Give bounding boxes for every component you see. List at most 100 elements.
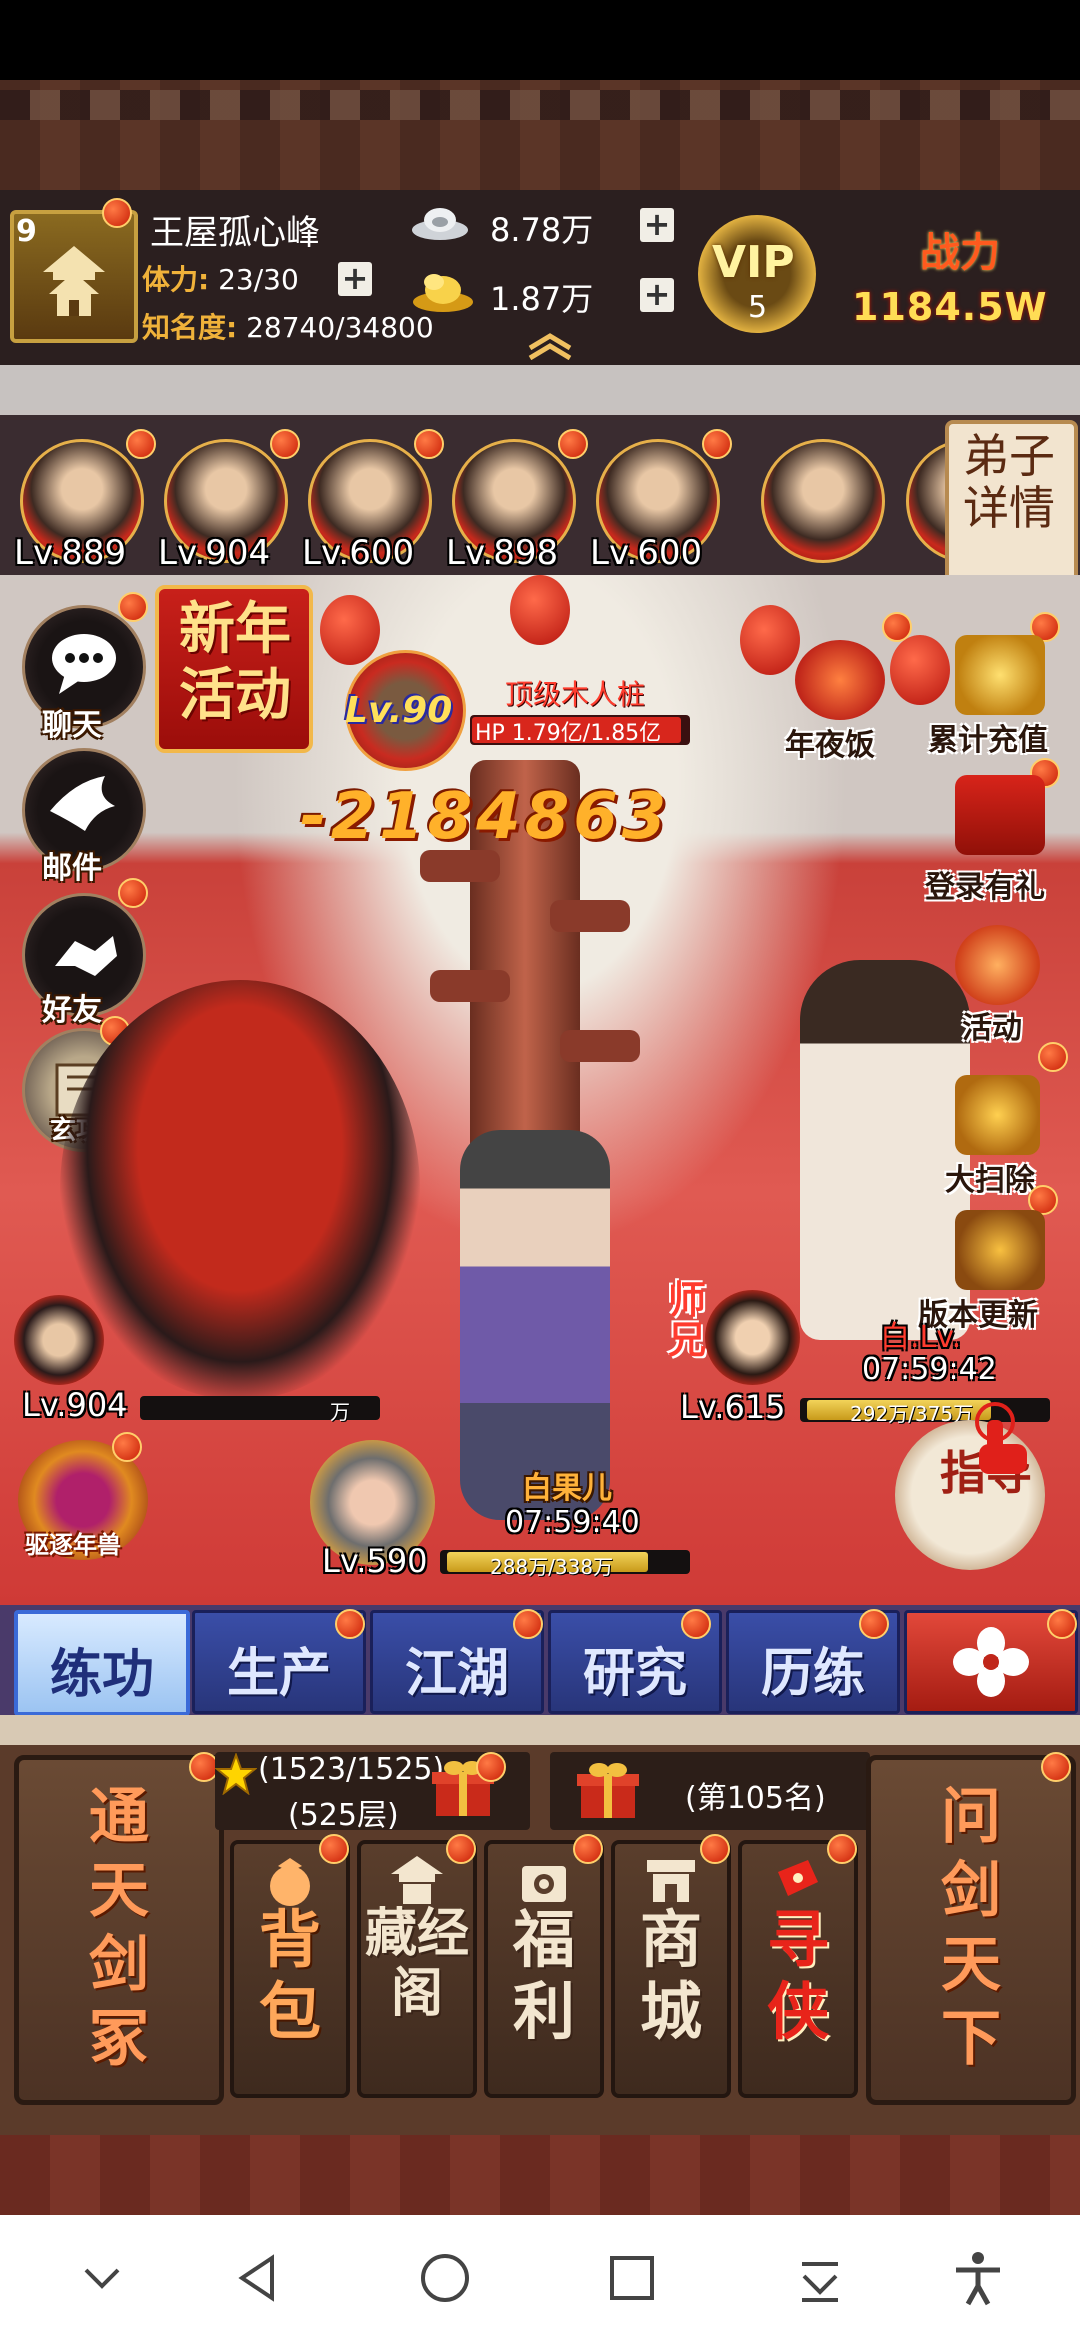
reunion-dinner-icon[interactable] — [795, 640, 885, 720]
tab-more[interactable] — [904, 1609, 1078, 1714]
player-avatar[interactable]: 9 — [10, 198, 138, 343]
notification-dot — [882, 612, 912, 642]
notification-dot — [1041, 1752, 1071, 1782]
boss-name: 顶级木人桩 — [505, 678, 646, 711]
gift-box-icon[interactable] — [575, 1760, 641, 1822]
tab-practice[interactable]: 练功 — [14, 1610, 190, 1716]
backpack-label: 背包 — [258, 1903, 321, 2048]
wenjian-tianxia-button[interactable]: 问剑天下 — [866, 1752, 1076, 2105]
shop-label: 商城 — [639, 1903, 702, 2048]
back-icon[interactable] — [228, 2248, 288, 2308]
unit-name: 白.Lv. — [880, 1320, 962, 1355]
disciple-slot[interactable]: Lv.904 — [158, 429, 300, 573]
lantern-decoration — [740, 605, 800, 675]
disciple-slot[interactable]: Lv.600 — [590, 429, 732, 573]
scripture-pavilion-button[interactable]: 藏经阁 — [357, 1834, 477, 2098]
notification-dot — [702, 429, 732, 459]
silver-ingot-icon — [412, 208, 468, 240]
download-icon[interactable] — [790, 2248, 850, 2308]
tongtian-sword-tomb-button[interactable]: 通天剑冢 — [14, 1752, 224, 2105]
stamina-label: 体力: — [142, 263, 210, 296]
chat-label: 聊天 — [42, 708, 102, 743]
recents-icon[interactable] — [602, 2248, 662, 2308]
cumulative-recharge-label: 累计充值 — [928, 723, 1048, 758]
disciple-level: Lv.904 — [158, 533, 271, 573]
tab-label: 历练 — [760, 1644, 865, 1704]
status-bar — [0, 0, 1080, 80]
disciple-level: Lv.600 — [302, 533, 415, 573]
dummy-peg — [560, 1030, 640, 1062]
backpack-button[interactable]: 背包 — [230, 1834, 350, 2098]
tab-jianghu[interactable]: 江湖 — [370, 1609, 544, 1714]
player-name: 王屋孤心峰 — [150, 213, 320, 253]
version-update-icon[interactable] — [955, 1210, 1045, 1290]
silver-amount: 8.78万 — [490, 211, 594, 249]
cumulative-recharge-icon[interactable] — [955, 635, 1045, 715]
system-nav-bar — [0, 2215, 1080, 2340]
welfare-button[interactable]: 福利 — [484, 1834, 604, 2098]
welfare-label: 福利 — [512, 1903, 575, 2048]
main-hero-sprite[interactable] — [60, 980, 420, 1400]
player-level: 9 — [16, 214, 37, 249]
tab-experience[interactable]: 历练 — [726, 1609, 900, 1714]
activity-label: 活动 — [962, 1011, 1022, 1046]
star-icon — [215, 1753, 257, 1795]
big-sweep-label: 大扫除 — [945, 1163, 1035, 1198]
tab-research[interactable]: 研究 — [548, 1609, 722, 1714]
accessibility-icon[interactable] — [948, 2248, 1008, 2308]
tower-floor: (525层) — [288, 1798, 399, 1833]
notification-dot — [414, 429, 444, 459]
shop-button[interactable]: 商城 — [611, 1834, 731, 2098]
mail-label: 邮件 — [42, 851, 102, 886]
dummy-peg — [430, 970, 510, 1002]
new-year-event-button[interactable]: 新年活动 — [155, 585, 313, 753]
unit-timer: 07:59:42 — [862, 1352, 997, 1387]
coin-box-icon — [522, 1866, 566, 1902]
notification-dot — [859, 1609, 889, 1639]
fame-value: 28740/34800 — [246, 311, 434, 344]
disciple-slot[interactable]: Lv.889 — [14, 429, 156, 573]
friends-label: 好友 — [42, 993, 102, 1028]
new-year-event-label: 新年活动 — [179, 597, 291, 728]
disciple-level: Lv.600 — [590, 533, 703, 573]
tab-production[interactable]: 生产 — [192, 1609, 366, 1714]
senior-brother-sprite[interactable] — [800, 960, 970, 1340]
unit-portrait[interactable] — [14, 1295, 104, 1385]
login-gift-label: 登录有礼 — [925, 870, 1045, 905]
reunion-dinner-label: 年夜饭 — [785, 728, 875, 763]
disciple-detail-button[interactable]: 弟子详情 — [945, 420, 1078, 593]
vip-level: 5 — [748, 290, 768, 325]
dummy-peg — [550, 900, 630, 932]
disciple-slot-unleveled[interactable] — [755, 435, 885, 565]
add-silver-button[interactable]: + — [640, 208, 674, 242]
notification-dot — [573, 1834, 603, 1864]
big-sweep-icon[interactable] — [955, 1075, 1040, 1155]
notification-dot — [270, 429, 300, 459]
lantern-decoration — [320, 595, 380, 665]
wenjian-label: 问剑天下 — [941, 1782, 1001, 2074]
disciple-sprite[interactable] — [460, 1130, 610, 1520]
notification-dot — [118, 878, 148, 908]
gold-amount: 1.87万 — [490, 280, 594, 318]
unit-level: Lv.615 — [680, 1388, 786, 1426]
divider — [0, 365, 1080, 415]
stamina-value: 23/30 — [218, 263, 299, 296]
unit-level: Lv.590 — [322, 1542, 428, 1580]
chevron-down-icon[interactable] — [72, 2248, 132, 2308]
notification-dot — [126, 429, 156, 459]
vip-badge[interactable]: VIP 5 — [698, 215, 816, 333]
unit-timer: 07:59:40 — [505, 1505, 640, 1540]
home-icon[interactable] — [415, 2248, 475, 2308]
login-gift-icon[interactable] — [955, 775, 1045, 855]
bag-icon — [270, 1858, 310, 1906]
seek-hero-button[interactable]: 寻侠 — [738, 1834, 858, 2098]
add-stamina-button[interactable]: + — [338, 262, 372, 296]
add-gold-button[interactable]: + — [640, 278, 674, 312]
notification-dot — [335, 1609, 365, 1639]
disciple-slot[interactable]: Lv.898 — [446, 429, 588, 573]
activity-icon[interactable] — [955, 925, 1040, 1005]
unit-portrait[interactable] — [705, 1290, 800, 1385]
disciple-slot[interactable]: Lv.600 — [302, 429, 444, 573]
notification-dot — [476, 1752, 506, 1782]
chevron-up-icon[interactable] — [525, 330, 575, 360]
